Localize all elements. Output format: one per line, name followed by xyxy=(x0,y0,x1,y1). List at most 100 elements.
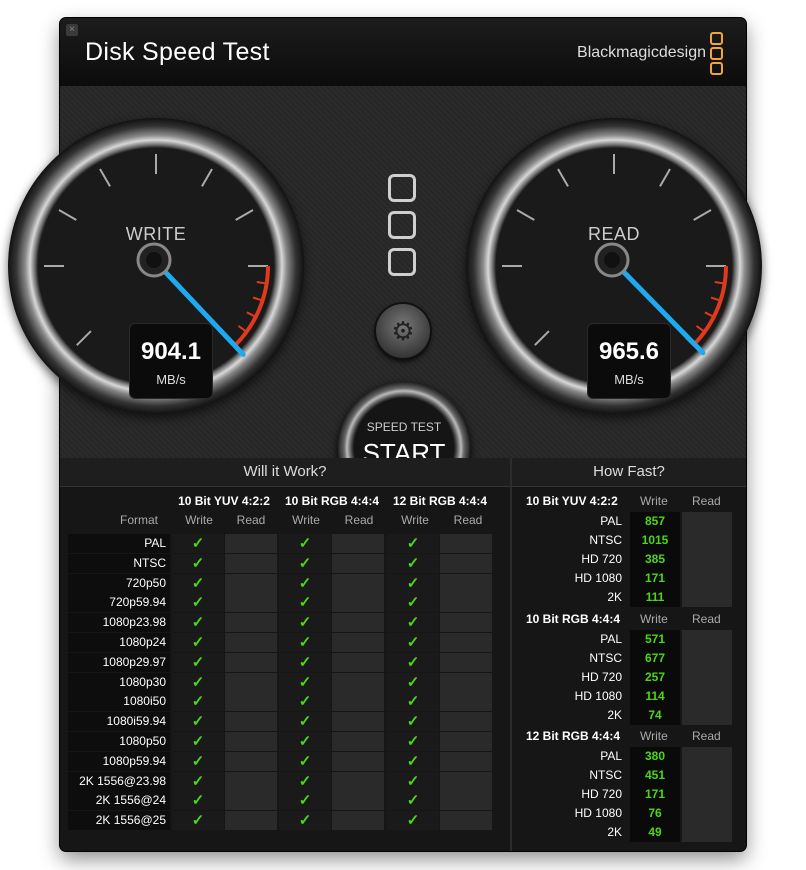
how-fast-section: 12 Bit RGB 4:4:4 Write Read PAL 380 NTSC 451 HD… xyxy=(512,729,746,842)
brand-logo-icon xyxy=(710,32,723,76)
read-check-cell xyxy=(332,791,384,811)
check-icon: ✓ xyxy=(298,574,312,592)
how-fast-section: 10 Bit RGB 4:4:4 Write Read PAL 571 NTSC 677 HD… xyxy=(512,612,746,725)
format-column-header: Format xyxy=(120,513,159,527)
format-label: 2K 1556@25 xyxy=(68,811,170,831)
gauge-tick xyxy=(659,168,671,187)
write-check-cell: ✓ xyxy=(172,573,224,593)
how-fast-section-title: 12 Bit RGB 4:4:4 xyxy=(526,729,621,743)
format-row: 1080p23.98 ✓ ✓ ✓ xyxy=(68,613,494,633)
write-check-cell: ✓ xyxy=(387,652,439,672)
gauge-hub-center xyxy=(604,252,620,268)
how-fast-read-value xyxy=(682,630,732,649)
check-icon: ✓ xyxy=(406,792,420,810)
read-check-cell xyxy=(225,633,277,652)
how-fast-row-label: HD 1080 xyxy=(574,689,622,703)
how-fast-row-label: PAL xyxy=(600,632,622,646)
write-check-cell: ✓ xyxy=(279,672,331,692)
check-icon: ✓ xyxy=(406,812,420,830)
write-check-cell: ✓ xyxy=(387,692,439,712)
check-icon: ✓ xyxy=(191,554,205,572)
format-label: 720p50 xyxy=(68,573,170,593)
how-fast-read-header: Read xyxy=(692,494,721,508)
read-check-cell xyxy=(440,811,492,831)
how-fast-row-label: HD 1080 xyxy=(574,571,622,585)
read-check-cell xyxy=(332,633,384,652)
write-check-cell: ✓ xyxy=(387,712,439,732)
check-icon: ✓ xyxy=(298,673,312,691)
write-column-header: Write xyxy=(401,513,429,527)
gauge-tick xyxy=(235,209,254,221)
write-speed-value: 904.1 xyxy=(140,338,202,365)
format-label: 1080p29.97 xyxy=(68,652,170,672)
will-it-work-header: Will it Work? xyxy=(60,458,510,487)
check-icon: ✓ xyxy=(298,752,312,770)
gauge-tick xyxy=(516,209,535,221)
write-check-cell: ✓ xyxy=(279,732,331,751)
how-fast-section-title: 10 Bit RGB 4:4:4 xyxy=(526,612,621,626)
check-icon: ✓ xyxy=(191,733,205,750)
close-button[interactable]: × xyxy=(66,24,78,36)
check-icon: ✓ xyxy=(406,772,420,790)
check-icon: ✓ xyxy=(191,772,205,790)
how-fast-row: HD 720 385 xyxy=(512,550,746,569)
check-icon: ✓ xyxy=(191,713,205,731)
format-label: 2K 1556@24 xyxy=(68,791,170,811)
title-bar: × Disk Speed Test Blackmagicdesign xyxy=(60,18,746,87)
write-check-cell: ✓ xyxy=(279,633,331,652)
check-icon: ✓ xyxy=(406,594,420,612)
how-fast-row: 2K 74 xyxy=(512,706,746,725)
format-row: 1080i59.94 ✓ ✓ ✓ xyxy=(68,712,494,732)
read-readout: 965.6 MB/s xyxy=(587,323,671,399)
read-check-cell xyxy=(225,791,277,811)
how-fast-row-label: NTSC xyxy=(589,533,622,547)
read-check-cell xyxy=(440,534,492,553)
gauge-redzone-tick xyxy=(237,325,248,333)
check-icon: ✓ xyxy=(298,634,312,651)
read-check-cell xyxy=(440,672,492,692)
brand-name: Blackmagicdesign xyxy=(577,44,706,61)
check-icon: ✓ xyxy=(406,713,420,731)
read-check-cell xyxy=(440,791,492,811)
how-fast-write-value: 385 xyxy=(630,550,680,569)
compatibility-grid: PAL ✓ ✓ ✓ NTSC ✓ ✓ ✓ 720p50 ✓ ✓ ✓ 720p59.94 ✓ ✓ ✓ 1080p2… xyxy=(68,534,494,834)
how-fast-section: 10 Bit YUV 4:2:2 Write Read PAL 857 NTSC 1015 H… xyxy=(512,494,746,607)
write-check-cell: ✓ xyxy=(172,791,224,811)
write-check-cell: ✓ xyxy=(172,712,224,732)
how-fast-row-label: HD 1080 xyxy=(574,806,622,820)
start-button-caption: SPEED TEST xyxy=(366,420,442,434)
check-icon: ✓ xyxy=(298,554,312,572)
write-check-cell: ✓ xyxy=(172,553,224,573)
write-check-cell: ✓ xyxy=(279,771,331,791)
read-check-cell xyxy=(225,672,277,692)
read-check-cell xyxy=(332,534,384,553)
how-fast-write-value: 171 xyxy=(630,569,680,588)
format-label: PAL xyxy=(68,534,170,553)
results-area: Will it Work? How Fast? 10 Bit YUV 4:2:2… xyxy=(60,458,746,851)
settings-button[interactable]: ⚙ xyxy=(376,304,430,358)
gauge-redzone xyxy=(691,265,728,347)
write-check-cell: ✓ xyxy=(172,732,224,751)
write-check-cell: ✓ xyxy=(172,672,224,692)
gauge-redzone-tick xyxy=(704,311,715,318)
gauge-redzone xyxy=(233,265,270,347)
group-header: 10 Bit YUV 4:2:2 xyxy=(178,494,270,508)
read-check-cell xyxy=(332,811,384,831)
read-gauge: READ 965.6 MB/s xyxy=(466,118,762,414)
check-icon: ✓ xyxy=(406,535,420,552)
how-fast-row-label: 2K xyxy=(607,590,622,604)
check-icon: ✓ xyxy=(298,772,312,790)
write-check-cell: ✓ xyxy=(387,613,439,633)
write-check-cell: ✓ xyxy=(279,751,331,771)
write-check-cell: ✓ xyxy=(279,534,331,553)
write-check-cell: ✓ xyxy=(387,751,439,771)
write-column-header: Write xyxy=(185,513,213,527)
write-check-cell: ✓ xyxy=(279,593,331,613)
how-fast-read-value xyxy=(682,531,732,550)
how-fast-write-header: Write xyxy=(640,729,668,743)
format-row: 1080i50 ✓ ✓ ✓ xyxy=(68,692,494,712)
read-check-cell xyxy=(440,712,492,732)
how-fast-row: HD 1080 76 xyxy=(512,804,746,823)
read-check-cell xyxy=(440,593,492,613)
write-check-cell: ✓ xyxy=(279,811,331,831)
